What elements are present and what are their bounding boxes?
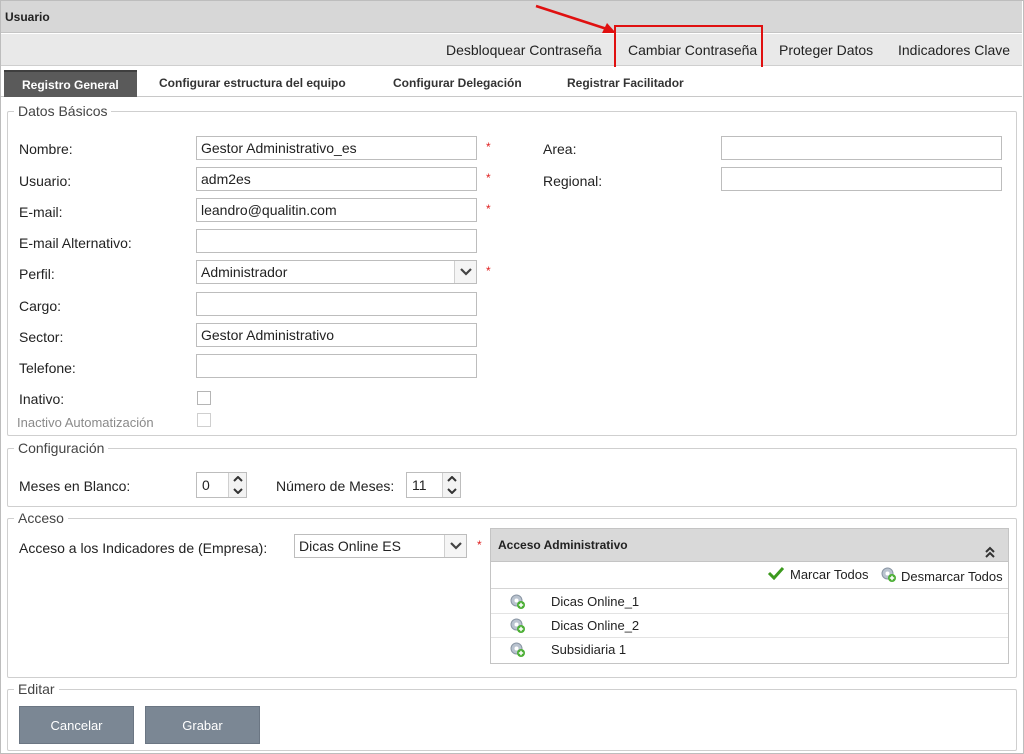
chevron-down-icon[interactable] [443,485,460,497]
inactivo-automatizacion-label: Inactivo Automatización [17,415,154,430]
list-item-label: Dicas Online_2 [551,618,640,633]
acceso-legend: Acceso [18,510,64,526]
list-item[interactable]: Subsidiaria 1 [491,638,1008,662]
email-label: E-mail: [19,204,63,220]
red-arrow-annotation [535,4,616,33]
nombre-required-mark: * [486,140,491,154]
gear-add-icon [880,566,897,586]
regional-label: Regional: [543,173,603,189]
checkmark-icon [767,566,785,583]
editar-legend: Editar [18,681,55,697]
tab-registrar-facilitador[interactable]: Registrar Facilitador [567,70,684,97]
desmarcar-todos-button[interactable]: Desmarcar Todos [880,566,1003,586]
meses-en-blanco-label: Meses en Blanco: [19,478,131,494]
usuario-label: Usuario: [19,173,72,189]
window-title: Usuario [1,1,1022,33]
sector-input[interactable]: Gestor Administrativo [196,323,477,347]
cargo-label: Cargo: [19,298,62,314]
inativo-checkbox[interactable] [197,391,211,405]
proteger-datos-button[interactable]: Proteger Datos [779,34,873,66]
inactivo-automatizacion-checkbox[interactable] [197,413,211,427]
acceso-empresa-label: Acceso a los Indicadores de (Empresa): [19,540,268,556]
perfil-select-value: Administrador [201,264,288,280]
telefone-input[interactable] [196,354,477,378]
sector-label: Sector: [19,329,64,345]
perfil-label: Perfil: [19,266,55,282]
email-alternativo-label: E-mail Alternativo: [19,235,132,251]
chevron-up-icon[interactable] [443,473,460,485]
email-alternativo-input[interactable] [196,229,477,253]
list-item-label: Dicas Online_1 [551,594,640,609]
configuracion-legend: Configuración [18,440,105,456]
configuracion-section: Configuración [7,440,1017,507]
cambiar-contrasena-button[interactable]: Cambiar Contraseña [628,34,757,66]
nombre-label: Nombre: [19,141,73,157]
acceso-administrativo-title: Acceso Administrativo [498,538,628,552]
numero-de-meses-value: 11 [412,477,427,493]
numero-de-meses-stepper[interactable]: 11 [406,472,461,498]
usuario-required-mark: * [486,171,491,185]
perfil-select[interactable]: Administrador [196,260,477,284]
nombre-input[interactable]: Gestor Administrativo_es [196,136,477,160]
meses-en-blanco-value: 0 [202,477,210,493]
tab-configurar-estructura[interactable]: Configurar estructura del equipo [159,70,346,97]
tab-configurar-delegacion[interactable]: Configurar Delegación [393,70,522,97]
tab-bar: Registro General Configurar estructura d… [1,67,1022,97]
area-label: Area: [543,141,577,157]
meses-en-blanco-spin-buttons [228,473,246,497]
chevron-down-icon[interactable] [454,261,476,283]
acceso-required-mark: * [477,538,482,552]
telefone-label: Telefone: [19,360,76,376]
perfil-required-mark: * [486,264,491,278]
numero-de-meses-spin-buttons [442,473,460,497]
chevron-up-icon[interactable] [229,473,246,485]
email-input[interactable]: leandro@qualitin.com [196,198,477,222]
regional-input[interactable] [721,167,1002,191]
cargo-input[interactable] [196,292,477,316]
save-button[interactable]: Grabar [145,706,260,744]
panel-toolbar: Marcar Todos Desmarcar Todos [491,562,1008,589]
usuario-input[interactable]: adm2es [196,167,477,191]
desbloquear-contrasena-button[interactable]: Desbloquear Contraseña [446,34,602,66]
list-item-label: Subsidiaria 1 [551,642,627,657]
cancel-button[interactable]: Cancelar [19,706,134,744]
inativo-label: Inativo: [19,391,65,407]
meses-en-blanco-stepper[interactable]: 0 [196,472,247,498]
chevron-down-icon[interactable] [229,485,246,497]
acceso-administrativo-header: Acceso Administrativo [491,529,1008,562]
desmarcar-todos-label: Desmarcar Todos [901,568,1003,584]
action-bar: Desbloquear Contraseña Cambiar Contraseñ… [1,34,1022,66]
acceso-empresa-value: Dicas Online ES [299,538,401,554]
acceso-empresa-select[interactable]: Dicas Online ES [294,534,467,558]
list-item[interactable]: Dicas Online_2 [491,614,1008,638]
email-required-mark: * [486,202,491,216]
tab-registro-general[interactable]: Registro General [4,70,137,97]
indicadores-clave-button[interactable]: Indicadores Clave [898,34,1010,66]
area-input[interactable] [721,136,1002,160]
marcar-todos-label: Marcar Todos [790,567,869,582]
datos-basicos-legend: Datos Básicos [18,103,108,119]
gear-add-icon[interactable] [509,641,526,666]
acceso-administrativo-panel: Acceso Administrativo Marcar Todos Desma… [490,528,1009,664]
numero-de-meses-label: Número de Meses: [276,478,395,494]
marcar-todos-button[interactable]: Marcar Todos [767,566,869,583]
chevron-down-icon[interactable] [444,535,466,557]
list-item[interactable]: Dicas Online_1 [491,590,1008,614]
